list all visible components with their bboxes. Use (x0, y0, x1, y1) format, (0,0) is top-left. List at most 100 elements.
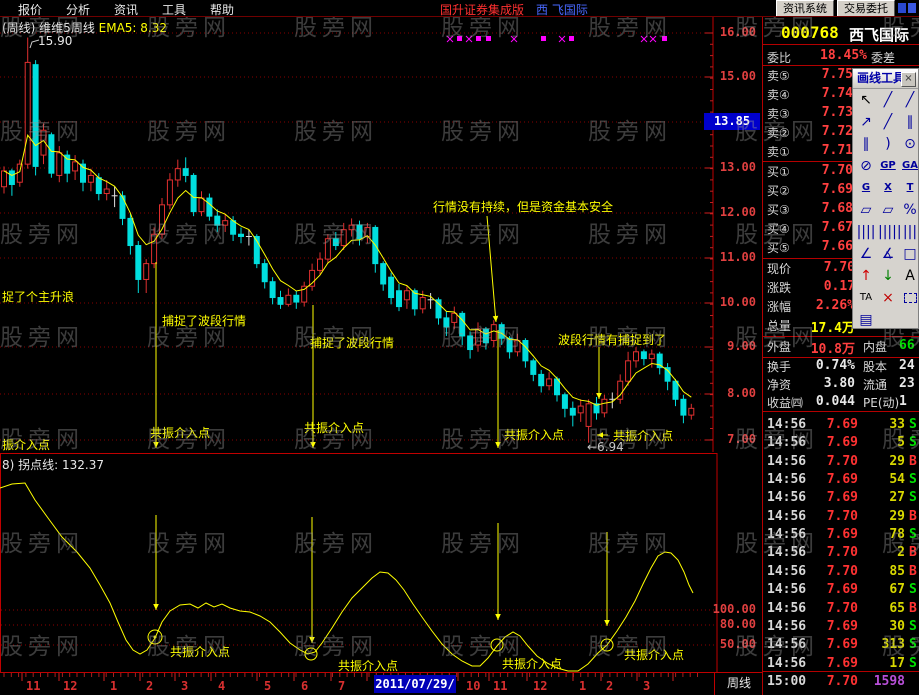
parallel-line-tool-icon[interactable]: ∥ (900, 112, 919, 132)
month-label[interactable]: 11 (26, 679, 40, 693)
quote-level-price[interactable]: 7.66 (803, 239, 853, 254)
quote-level-price[interactable]: 7.74 (803, 86, 853, 101)
label-tool-icon[interactable]: TA (856, 288, 876, 308)
info-value[interactable]: 0.74% (789, 358, 855, 373)
tape-side[interactable]: S (909, 527, 917, 542)
month-label[interactable]: 4 (218, 679, 225, 693)
price-axis-label[interactable]: 10.00 (704, 295, 756, 309)
info-value[interactable]: 7.70 (791, 260, 855, 275)
info-value[interactable]: 1 (899, 394, 919, 409)
info-label[interactable]: 股本 (863, 358, 887, 375)
tape-time[interactable]: 14:56 (767, 509, 806, 524)
indicator-annotation[interactable]: 共振介入点 (170, 643, 230, 660)
month-label[interactable]: 11 (493, 679, 507, 693)
tape-price[interactable]: 7.69 (808, 656, 858, 671)
tape-price[interactable]: 7.70 (808, 674, 858, 689)
price-axis-label[interactable]: 8.00 (704, 386, 756, 400)
tape-price[interactable]: 7.69 (808, 582, 858, 597)
chart-annotation[interactable]: 行情没有持续，但是资金基本安全 (433, 198, 613, 215)
channel-line-tool-icon[interactable]: ∥ (856, 134, 876, 154)
tape-volume[interactable]: 313 (859, 637, 905, 652)
month-label[interactable]: 1 (110, 679, 117, 693)
percent-h-tool-icon[interactable]: X (878, 178, 898, 198)
top-button-1[interactable]: 交易委托 (837, 0, 895, 17)
golden-h-tool-icon[interactable]: G (856, 178, 876, 198)
tape-side[interactable]: S (909, 435, 917, 450)
delete-tool-icon[interactable]: × (878, 288, 898, 308)
month-label[interactable]: 3 (181, 679, 188, 693)
ga-tool-icon[interactable]: GA (900, 156, 919, 176)
tape-side[interactable]: B (909, 564, 917, 579)
window-close-button[interactable] (908, 3, 916, 13)
tape-volume[interactable]: 1598 (859, 674, 905, 689)
tape-time[interactable]: 14:56 (767, 637, 806, 652)
tape-price[interactable]: 7.70 (808, 601, 858, 616)
tape-time[interactable]: 14:56 (767, 564, 806, 579)
month-label[interactable]: 12 (533, 679, 547, 693)
quote-level-price[interactable]: 7.72 (803, 124, 853, 139)
price-axis-label[interactable]: 9.00 (704, 339, 756, 353)
tape-volume[interactable]: 54 (859, 472, 905, 487)
period-button[interactable]: 周线 (714, 672, 764, 695)
tape-price[interactable]: 7.69 (808, 435, 858, 450)
info-value[interactable]: 0.17 (791, 279, 855, 294)
tape-volume[interactable]: 78 (859, 527, 905, 542)
fan-line-tool-icon[interactable]: ∠ (856, 244, 876, 264)
arrow-line-tool-icon[interactable]: ↗ (856, 112, 876, 132)
window-minimize-button[interactable] (898, 3, 906, 13)
tape-volume[interactable]: 67 (859, 582, 905, 597)
price-axis-label[interactable]: 7.00 (704, 432, 756, 446)
info-label[interactable]: PE(动) (863, 394, 899, 411)
cycle-line-tool-icon[interactable]: ||| (900, 222, 919, 242)
price-axis-label[interactable]: 13.00 (704, 160, 756, 174)
top-button-0[interactable]: 资讯系统 (776, 0, 834, 17)
info-label[interactable]: 涨跌 (767, 279, 791, 296)
info-label[interactable]: 外盘 (767, 338, 791, 355)
quote-level-price[interactable]: 7.69 (803, 182, 853, 197)
info-value[interactable]: 0.044 (789, 394, 855, 409)
info-label[interactable]: 流通 (863, 376, 887, 393)
tape-price[interactable]: 7.69 (808, 637, 858, 652)
tape-price[interactable]: 7.69 (808, 472, 858, 487)
price-axis-label[interactable]: 16.00 (704, 25, 756, 39)
info-value[interactable]: 10.8万 (789, 338, 855, 357)
quote-level-label[interactable]: 买③ (767, 201, 790, 218)
indicator-axis-label[interactable]: 100.00 (704, 602, 756, 616)
indicator-annotation[interactable]: 共振介入点 (624, 646, 684, 663)
tape-volume[interactable]: 27 (859, 490, 905, 505)
tape-time[interactable]: 14:56 (767, 417, 806, 432)
price-axis-label[interactable]: 12.00 (704, 205, 756, 219)
quote-level-price[interactable]: 7.68 (803, 201, 853, 216)
chart-annotation[interactable]: ←6.94 (587, 440, 624, 454)
info-label[interactable]: 涨幅 (767, 298, 791, 315)
percent-line-tool-icon[interactable]: % (900, 200, 919, 220)
month-label[interactable]: 12 (63, 679, 77, 693)
month-label[interactable]: 2 (146, 679, 153, 693)
palette-close-icon[interactable]: × (901, 72, 916, 87)
chart-annotation[interactable]: 共振介入点 (150, 424, 210, 441)
tape-volume[interactable]: 85 (859, 564, 905, 579)
tape-time[interactable]: 14:56 (767, 656, 806, 671)
tape-volume[interactable]: 29 (859, 454, 905, 469)
t-line-tool-icon[interactable]: T (900, 178, 919, 198)
info-value[interactable]: 2.26% (791, 298, 855, 313)
line-tool-icon[interactable]: ╱ (878, 90, 898, 110)
chart-annotation[interactable]: 共振介入点 (304, 419, 364, 436)
tape-time[interactable]: 14:56 (767, 490, 806, 505)
tape-volume[interactable]: 33 (859, 417, 905, 432)
tape-volume[interactable]: 30 (859, 619, 905, 634)
info-label[interactable]: 现价 (767, 260, 791, 277)
quote-level-label[interactable]: 买② (767, 182, 790, 199)
tape-time[interactable]: 14:56 (767, 472, 806, 487)
month-label[interactable]: 7 (338, 679, 345, 693)
quote-level-price[interactable]: 7.75 (803, 67, 853, 82)
info-label[interactable]: 总量 (767, 317, 791, 334)
month-label[interactable]: 2 (606, 679, 613, 693)
tape-time[interactable]: 14:56 (767, 601, 806, 616)
chart-annotation[interactable]: 捉了个主升浪 (2, 288, 74, 305)
tape-side[interactable]: S (909, 656, 917, 671)
info-value[interactable]: 66 (899, 338, 919, 353)
quote-level-label[interactable]: 卖⑤ (767, 67, 790, 84)
segment-tool-icon[interactable]: ╱ (878, 112, 898, 132)
tape-price[interactable]: 7.69 (808, 619, 858, 634)
